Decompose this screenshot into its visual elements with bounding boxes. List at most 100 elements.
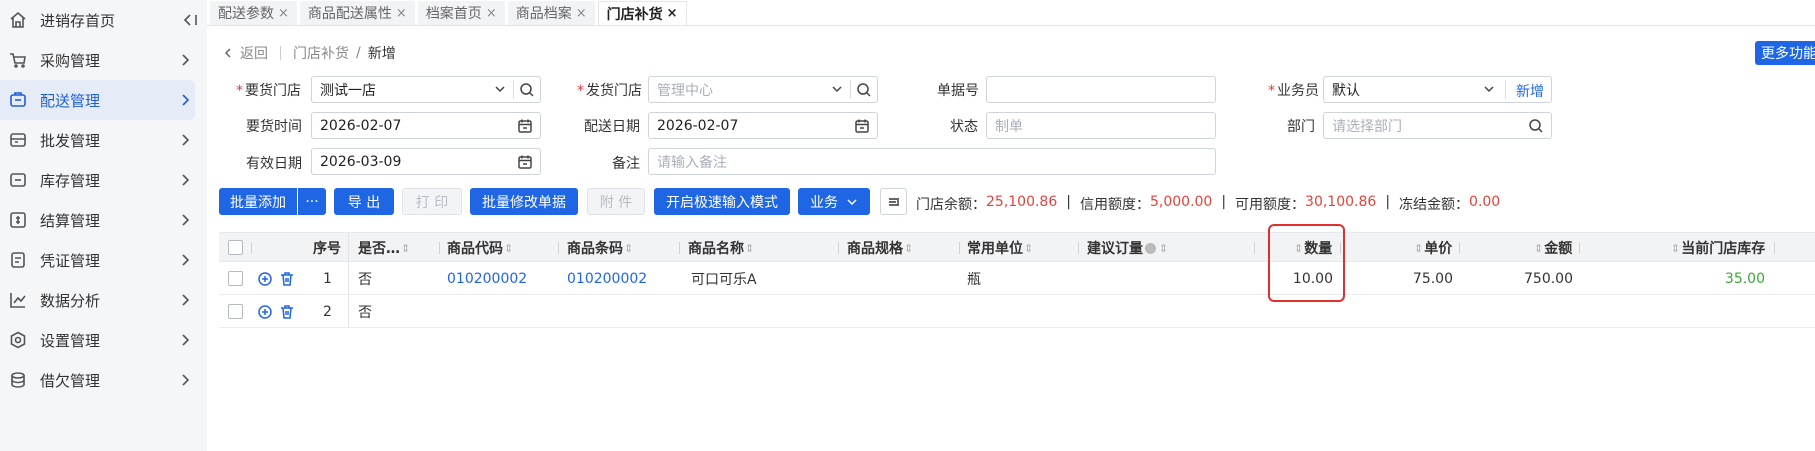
col-spec[interactable]: 商品规格 ⇕ xyxy=(847,233,914,263)
column-divider xyxy=(1459,242,1460,254)
doc-no-input[interactable] xyxy=(986,76,1216,103)
balance-summary: 门店余额： 25,100.86 | 信用额度： 5,000.00 | 可用额度：… xyxy=(916,194,1500,214)
col-suggest[interactable]: 建议订量 ⇕ xyxy=(1087,233,1169,263)
close-icon[interactable]: × xyxy=(576,6,587,21)
ship-store-placeholder: 管理中心 xyxy=(657,82,713,99)
sidebar-item-debt[interactable]: 借欠管理 xyxy=(0,360,207,400)
remark-input[interactable]: 请输入备注 xyxy=(648,148,1216,175)
delivery-icon xyxy=(8,90,28,110)
cell-unit[interactable]: 瓶 xyxy=(967,262,981,295)
batch-add-more-button[interactable]: ··· xyxy=(298,188,326,215)
col-stock[interactable]: ⇕ 当前门店库存 xyxy=(1670,233,1765,263)
close-icon[interactable]: × xyxy=(667,6,678,21)
chevron-right-icon xyxy=(177,372,193,388)
req-store-select[interactable]: 测试一店 xyxy=(311,76,541,103)
chevron-right-icon xyxy=(177,172,193,188)
input-divider xyxy=(1505,80,1506,99)
chevron-right-icon xyxy=(177,52,193,68)
column-divider xyxy=(679,242,680,254)
back-button[interactable]: 返回 xyxy=(222,43,268,63)
cell-amount[interactable]: 750.00 xyxy=(1511,262,1573,295)
breadcrumb-parent[interactable]: 门店补货 xyxy=(293,43,349,63)
sidebar-item-home[interactable]: 进销存首页 xyxy=(0,0,207,40)
collapse-sidebar-icon[interactable] xyxy=(181,12,197,28)
chevron-right-icon xyxy=(177,292,193,308)
search-icon[interactable] xyxy=(519,82,535,98)
cell-is-gift[interactable]: 否 xyxy=(358,262,372,295)
inventory-icon xyxy=(8,170,28,190)
cell-code[interactable]: 010200002 xyxy=(447,262,527,295)
salesman-value: 默认 xyxy=(1332,82,1360,99)
tab-store-replenishment[interactable]: 门店补货 × xyxy=(597,1,687,25)
salesman-select[interactable]: 默认 新增 xyxy=(1323,76,1552,103)
req-time-date[interactable]: 2026-02-07 xyxy=(311,112,541,139)
search-icon[interactable] xyxy=(1528,118,1544,134)
chevron-right-icon xyxy=(177,212,193,228)
cell-price[interactable] xyxy=(1399,295,1453,328)
column-divider xyxy=(1774,242,1775,254)
sidebar-item-purchase[interactable]: 采购管理 xyxy=(0,40,207,80)
home-icon xyxy=(8,10,28,30)
row-checkbox[interactable] xyxy=(228,271,243,286)
info-icon xyxy=(1145,242,1156,254)
sidebar-item-inventory[interactable]: 库存管理 xyxy=(0,160,207,200)
ship-date-date[interactable]: 2026-02-07 xyxy=(648,112,878,139)
batch-add-button[interactable]: 批量添加 xyxy=(219,188,297,215)
cell-name[interactable]: 可口可乐A xyxy=(691,262,757,295)
dept-select[interactable]: 请选择部门 xyxy=(1323,112,1552,139)
col-is-gift[interactable]: 是否… ⇕ xyxy=(358,233,411,263)
col-price[interactable]: ⇕ 单价 xyxy=(1413,233,1452,263)
select-all-checkbox[interactable] xyxy=(228,240,243,255)
table-row[interactable]: 2 否 xyxy=(219,295,1815,328)
col-amount[interactable]: ⇕ 金额 xyxy=(1533,233,1572,263)
add-salesman-link[interactable]: 新增 xyxy=(1516,81,1544,101)
row-checkbox[interactable] xyxy=(228,304,243,319)
delete-row-icon[interactable] xyxy=(279,304,295,320)
cell-price[interactable]: 75.00 xyxy=(1399,262,1453,295)
column-settings-button[interactable] xyxy=(880,188,907,215)
sidebar-item-settlement[interactable]: 结算管理 xyxy=(0,200,207,240)
sidebar-item-analytics[interactable]: 数据分析 xyxy=(0,280,207,320)
cell-amount[interactable] xyxy=(1511,295,1573,328)
cell-is-gift[interactable]: 否 xyxy=(358,295,372,328)
ship-store-select[interactable]: 管理中心 xyxy=(648,76,878,103)
valid-date-date[interactable]: 2026-03-09 xyxy=(311,148,541,175)
column-divider xyxy=(439,242,440,254)
sidebar-item-label: 库存管理 xyxy=(40,171,101,190)
close-icon[interactable]: × xyxy=(396,6,407,21)
credit-value: 5,000.00 xyxy=(1149,194,1213,210)
col-name[interactable]: 商品名称 ⇕ xyxy=(688,233,755,263)
sidebar-item-voucher[interactable]: 凭证管理 xyxy=(0,240,207,280)
chevron-right-icon xyxy=(177,132,193,148)
close-icon[interactable]: × xyxy=(486,6,497,21)
table-row[interactable]: 1 否 010200002 010200002 可口可乐A 瓶 10.00 75… xyxy=(219,262,1815,295)
tab-product-archive[interactable]: 商品档案 × xyxy=(507,1,595,25)
more-functions-button[interactable]: 更多功能 xyxy=(1755,41,1815,65)
sidebar-item-wholesale[interactable]: 批发管理 xyxy=(0,120,207,160)
sidebar-item-label: 采购管理 xyxy=(40,51,101,70)
tab-archive-home[interactable]: 档案首页 × xyxy=(417,1,505,25)
remark-label: 备注 xyxy=(612,156,640,172)
sidebar-item-delivery[interactable]: 配送管理 xyxy=(0,80,195,120)
export-button[interactable]: 导 出 xyxy=(334,188,394,215)
tab-delivery-params[interactable]: 配送参数 × xyxy=(210,1,297,25)
cell-barcode[interactable]: 010200002 xyxy=(567,262,647,295)
column-divider xyxy=(1078,242,1079,254)
available-value: 30,100.86 xyxy=(1305,194,1377,210)
col-unit[interactable]: 常用单位 ⇕ xyxy=(967,233,1034,263)
batch-modify-button[interactable]: 批量修改单据 xyxy=(470,188,578,215)
column-divider xyxy=(1579,242,1580,254)
close-icon[interactable]: × xyxy=(278,6,289,21)
sidebar-item-settings[interactable]: 设置管理 xyxy=(0,320,207,360)
delete-row-icon[interactable] xyxy=(279,271,295,287)
fast-input-mode-button[interactable]: 开启极速输入模式 xyxy=(654,188,790,215)
search-icon[interactable] xyxy=(856,82,872,98)
business-dropdown-button[interactable]: 业务 xyxy=(798,188,870,215)
col-code[interactable]: 商品代码 ⇕ xyxy=(447,233,514,263)
add-row-icon[interactable] xyxy=(257,304,273,320)
add-row-icon[interactable] xyxy=(257,271,273,287)
column-settings-icon xyxy=(888,197,899,206)
col-barcode[interactable]: 商品条码 ⇕ xyxy=(567,233,634,263)
tab-product-delivery-attrs[interactable]: 商品配送属性 × xyxy=(299,1,415,25)
required-mark: * xyxy=(236,83,243,99)
